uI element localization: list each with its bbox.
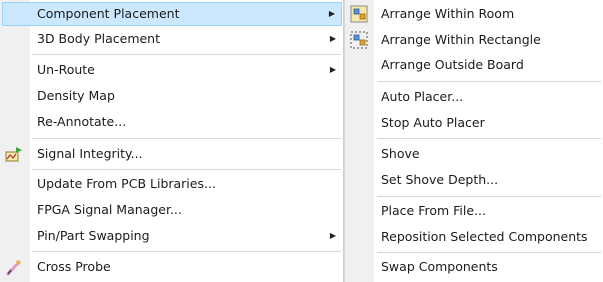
- menu-item-signal-integrity[interactable]: Signal Integrity...: [0, 142, 343, 166]
- menu-item-arrange-within-room[interactable]: Arrange Within Room: [345, 2, 603, 26]
- menu-item-place-from-file[interactable]: Place From File...: [345, 199, 603, 223]
- signal-integrity-icon: [5, 147, 22, 162]
- menu-item-label: FPGA Signal Manager...: [37, 202, 182, 217]
- menu-separator: [377, 196, 601, 197]
- menu-item-arrange-within-rectangle[interactable]: Arrange Within Rectangle: [345, 28, 603, 52]
- menu-item-label: Component Placement: [37, 6, 180, 21]
- menu-item-label: Re-Annotate...: [37, 114, 127, 129]
- menu-separator: [377, 252, 601, 253]
- submenu-arrow-icon: ▶: [329, 231, 336, 240]
- menu-item-label: 3D Body Placement: [37, 31, 161, 46]
- menu-item-auto-placer[interactable]: Auto Placer...: [345, 85, 603, 109]
- menu-item-label: Shove: [381, 146, 420, 161]
- menu-separator: [377, 81, 601, 82]
- menu-item-label: Update From PCB Libraries...: [37, 176, 216, 191]
- menu-item-label: Arrange Outside Board: [381, 57, 524, 72]
- cross-probe-icon: [6, 260, 21, 276]
- menu-item-label: Arrange Within Room: [381, 6, 515, 21]
- menu-item-shove[interactable]: Shove: [345, 142, 603, 166]
- menu-item-label: Arrange Within Rectangle: [381, 32, 541, 47]
- menu-item-label: Auto Placer...: [381, 89, 464, 104]
- menu-item-label: Un-Route: [37, 62, 95, 77]
- menu-item-label: Density Map: [37, 88, 115, 103]
- menu-item-swap-components[interactable]: Swap Components: [345, 255, 603, 279]
- menu-item-label: Cross Probe: [37, 259, 111, 274]
- menu-separator: [377, 138, 601, 139]
- menu-item-un-route[interactable]: Un-Route ▶: [0, 58, 343, 82]
- menu-item-arrange-outside-board[interactable]: Arrange Outside Board: [345, 53, 603, 77]
- arrange-rectangle-icon: [350, 31, 368, 49]
- menu-separator: [32, 169, 341, 170]
- menu-item-label: Stop Auto Placer: [381, 115, 485, 130]
- menu-item-fpga-signal-manager[interactable]: FPGA Signal Manager...: [0, 198, 343, 222]
- menu-item-label: Signal Integrity...: [37, 146, 143, 161]
- submenu-arrow-icon: ▶: [329, 34, 336, 43]
- context-menu: Component Placement ▶ 3D Body Placement …: [0, 0, 344, 282]
- menu-item-label: Place From File...: [381, 203, 486, 218]
- menu-item-set-shove-depth[interactable]: Set Shove Depth...: [345, 168, 603, 192]
- submenu-arrow-icon: ▶: [329, 65, 336, 74]
- menu-item-density-map[interactable]: Density Map: [0, 84, 343, 108]
- menu-item-stop-auto-placer[interactable]: Stop Auto Placer: [345, 111, 603, 135]
- menu-item-label: Reposition Selected Components: [381, 229, 588, 244]
- menu-item-reposition-selected-components[interactable]: Reposition Selected Components: [345, 225, 603, 249]
- menu-item-re-annotate[interactable]: Re-Annotate...: [0, 110, 343, 134]
- menu-item-3d-body-placement[interactable]: 3D Body Placement ▶: [0, 27, 343, 51]
- menu-item-label: Swap Components: [381, 259, 498, 274]
- menu-item-pin-part-swapping[interactable]: Pin/Part Swapping ▶: [0, 224, 343, 248]
- arrange-room-icon: [350, 5, 368, 23]
- menu-item-label: Set Shove Depth...: [381, 172, 499, 187]
- menu-item-update-from-pcb-libraries[interactable]: Update From PCB Libraries...: [0, 172, 343, 196]
- menu-item-cross-probe[interactable]: Cross Probe: [0, 255, 343, 279]
- submenu-component-placement: Arrange Within Room Arrange Within Recta…: [344, 0, 603, 282]
- menu-item-component-placement[interactable]: Component Placement ▶: [2, 2, 342, 26]
- submenu-arrow-icon: ▶: [328, 9, 335, 18]
- menu-item-label: Pin/Part Swapping: [37, 228, 150, 243]
- menu-separator: [32, 54, 341, 55]
- menu-separator: [32, 251, 341, 252]
- menu-separator: [32, 138, 341, 139]
